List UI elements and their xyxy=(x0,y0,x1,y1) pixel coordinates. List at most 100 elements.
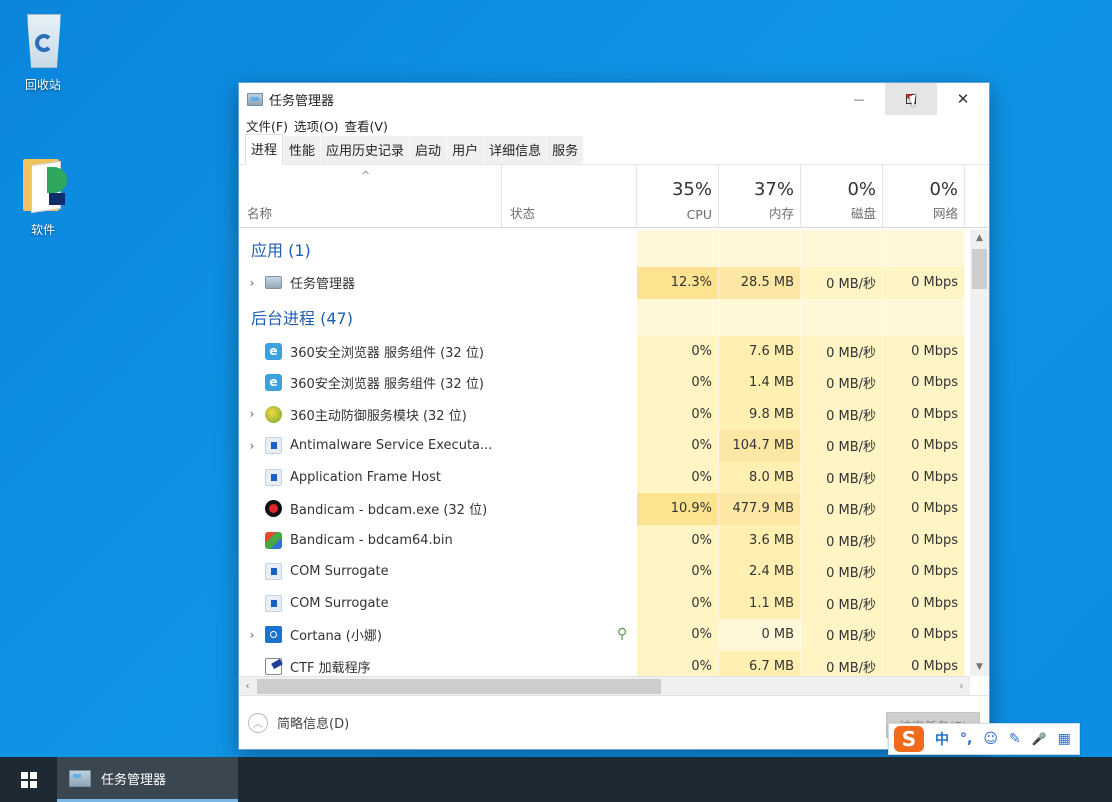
cpu-cell: 12.3% xyxy=(637,267,719,299)
scroll-left-icon[interactable]: ‹ xyxy=(239,677,256,696)
360-browser-icon: e xyxy=(265,374,282,392)
menu-options[interactable]: 选项(O) xyxy=(291,116,342,135)
cpu-cell: 0% xyxy=(637,367,719,399)
tab-performance[interactable]: 性能 xyxy=(283,136,321,164)
title-bar[interactable]: 任务管理器 — ✕ xyxy=(239,83,989,115)
column-header-disk[interactable]: 0% 磁盘 xyxy=(801,165,883,227)
disk-cell: 0 MB/秒 xyxy=(801,556,883,588)
disk-total-percent: 0% xyxy=(847,179,876,200)
cpu-cell: 0% xyxy=(637,461,719,493)
memory-cell: 28.5 MB xyxy=(719,267,801,299)
memory-cell: 9.8 MB xyxy=(719,398,801,430)
memory-cell: 3.6 MB xyxy=(719,524,801,556)
process-row[interactable]: COM Surrogate 0% 1.1 MB 0 MB/秒 0 Mbps xyxy=(239,587,970,619)
process-name: 360安全浏览器 服务组件 (32 位) xyxy=(290,377,484,393)
process-row[interactable]: e 360安全浏览器 服务组件 (32 位) 0% 7.6 MB 0 MB/秒 0 Mbp… xyxy=(239,335,970,367)
tab-services[interactable]: 服务 xyxy=(546,136,584,164)
tab-app-history[interactable]: 应用历史记录 xyxy=(320,136,410,164)
punctuation-icon[interactable]: °, xyxy=(960,731,972,747)
task-manager-icon xyxy=(265,276,282,290)
desktop-icon-software-folder[interactable]: 软件 xyxy=(3,155,83,238)
process-row[interactable]: › Cortana (小娜) ⚲ 0% 0 MB 0 MB/秒 0 Mbps xyxy=(239,619,970,651)
network-cell: 0 Mbps xyxy=(883,398,965,430)
horizontal-scroll-thumb[interactable] xyxy=(257,679,661,694)
scroll-down-icon[interactable]: ▼ xyxy=(970,659,989,676)
scroll-up-icon[interactable]: ▲ xyxy=(970,230,989,247)
service-icon xyxy=(265,437,282,455)
task-manager-icon xyxy=(247,92,263,106)
sort-ascending-icon: ^ xyxy=(361,169,371,182)
close-button[interactable]: ✕ xyxy=(937,83,989,115)
start-button[interactable] xyxy=(0,757,57,802)
scrollbar-corner xyxy=(970,676,989,695)
ime-chinese-mode[interactable]: 中 xyxy=(935,729,949,749)
vertical-scroll-thumb[interactable] xyxy=(972,249,987,289)
column-header-cpu[interactable]: 35% CPU xyxy=(637,165,719,227)
process-name: Bandicam - bdcam.exe (32 位) xyxy=(290,503,488,519)
disk-cell: 0 MB/秒 xyxy=(801,267,883,299)
disk-cell: 0 MB/秒 xyxy=(801,430,883,462)
menu-bar: 文件(F) 选项(O) 查看(V) xyxy=(239,115,989,135)
tab-users[interactable]: 用户 xyxy=(446,136,484,164)
network-cell: 0 Mbps xyxy=(883,524,965,556)
process-row[interactable]: Application Frame Host 0% 8.0 MB 0 MB/秒 0 Mb… xyxy=(239,461,970,493)
vertical-scrollbar[interactable]: ▲ ▼ xyxy=(970,230,989,676)
fewer-details-link[interactable]: 简略信息(D) xyxy=(277,713,349,732)
column-header-network[interactable]: 0% 网络 xyxy=(883,165,965,227)
sogou-logo-icon[interactable]: S xyxy=(894,726,924,752)
scroll-right-icon[interactable]: › xyxy=(953,677,970,696)
process-row[interactable]: COM Surrogate 0% 2.4 MB 0 MB/秒 0 Mbps xyxy=(239,556,970,588)
expand-chevron-icon[interactable]: › xyxy=(239,407,265,421)
maximize-button[interactable] xyxy=(885,83,937,115)
column-header-memory[interactable]: 37% 内存 xyxy=(719,165,801,227)
menu-file[interactable]: 文件(F) xyxy=(243,116,291,135)
cpu-cell: 10.9% xyxy=(637,493,719,525)
360-defense-icon xyxy=(265,405,282,423)
tab-startup[interactable]: 启动 xyxy=(409,136,447,164)
process-row[interactable]: Bandicam - bdcam64.bin 0% 3.6 MB 0 MB/秒 0 Mb… xyxy=(239,524,970,556)
expand-chevron-icon[interactable]: › xyxy=(239,439,265,453)
column-header-status[interactable]: 状态 xyxy=(502,165,637,227)
column-header-name[interactable]: ^ 名称 xyxy=(239,165,502,227)
taskbar: 任务管理器 xyxy=(0,757,1112,802)
microphone-icon[interactable]: 🎤 xyxy=(1032,732,1047,746)
desktop-icon-recycle-bin[interactable]: 回收站 xyxy=(3,10,83,93)
tab-details[interactable]: 详细信息 xyxy=(483,136,547,164)
cpu-cell: 0% xyxy=(637,335,719,367)
disk-cell: 0 MB/秒 xyxy=(801,367,883,399)
emoji-icon[interactable]: ☺ xyxy=(983,731,998,747)
horizontal-scrollbar[interactable]: ‹ › xyxy=(239,676,970,695)
taskbar-item-task-manager[interactable]: 任务管理器 xyxy=(57,757,238,802)
network-cell: 0 Mbps xyxy=(883,367,965,399)
service-icon xyxy=(265,468,282,486)
disk-cell: 0 MB/秒 xyxy=(801,524,883,556)
process-row[interactable]: › 任务管理器 12.3% 28.5 MB 0 MB/秒 0 Mbps xyxy=(239,267,970,299)
process-row[interactable]: › Antimalware Service Executa... 0% 104.7 M… xyxy=(239,430,970,462)
group-header-row: 应用 (1) xyxy=(239,230,970,267)
process-row[interactable]: e 360安全浏览器 服务组件 (32 位) 0% 1.4 MB 0 MB/秒 0 Mbp… xyxy=(239,367,970,399)
network-cell: 0 Mbps xyxy=(883,461,965,493)
memory-cell: 2.4 MB xyxy=(719,556,801,588)
tab-processes[interactable]: 进程 xyxy=(245,134,284,165)
process-row[interactable]: Bandicam - bdcam.exe (32 位) 10.9% 477.9 MB… xyxy=(239,493,970,525)
menu-view[interactable]: 查看(V) xyxy=(342,116,391,135)
record-icon xyxy=(265,500,282,518)
column-label: CPU xyxy=(686,207,712,222)
cpu-cell: 0% xyxy=(637,398,719,430)
process-name: Bandicam - bdcam64.bin xyxy=(290,532,453,548)
minimize-button[interactable]: — xyxy=(833,83,885,115)
expand-chevron-icon[interactable]: › xyxy=(239,276,265,290)
column-label: 名称 xyxy=(247,206,273,221)
process-row[interactable]: › 360主动防御服务模块 (32 位) 0% 9.8 MB 0 MB/秒 0 Mbps xyxy=(239,398,970,430)
disk-cell: 0 MB/秒 xyxy=(801,650,883,676)
recycle-bin-icon xyxy=(15,10,71,72)
toolbox-icon[interactable]: ▦ xyxy=(1058,731,1071,747)
chevron-up-icon[interactable]: ︿ xyxy=(248,712,268,733)
expand-chevron-icon[interactable]: › xyxy=(239,628,265,642)
disk-cell: 0 MB/秒 xyxy=(801,398,883,430)
memory-total-percent: 37% xyxy=(753,179,794,200)
network-total-percent: 0% xyxy=(929,179,958,200)
handwriting-icon[interactable]: ✎ xyxy=(1009,731,1021,747)
process-row[interactable]: CTF 加载程序 0% 6.7 MB 0 MB/秒 0 Mbps xyxy=(239,650,970,676)
process-name: COM Surrogate xyxy=(290,564,389,580)
